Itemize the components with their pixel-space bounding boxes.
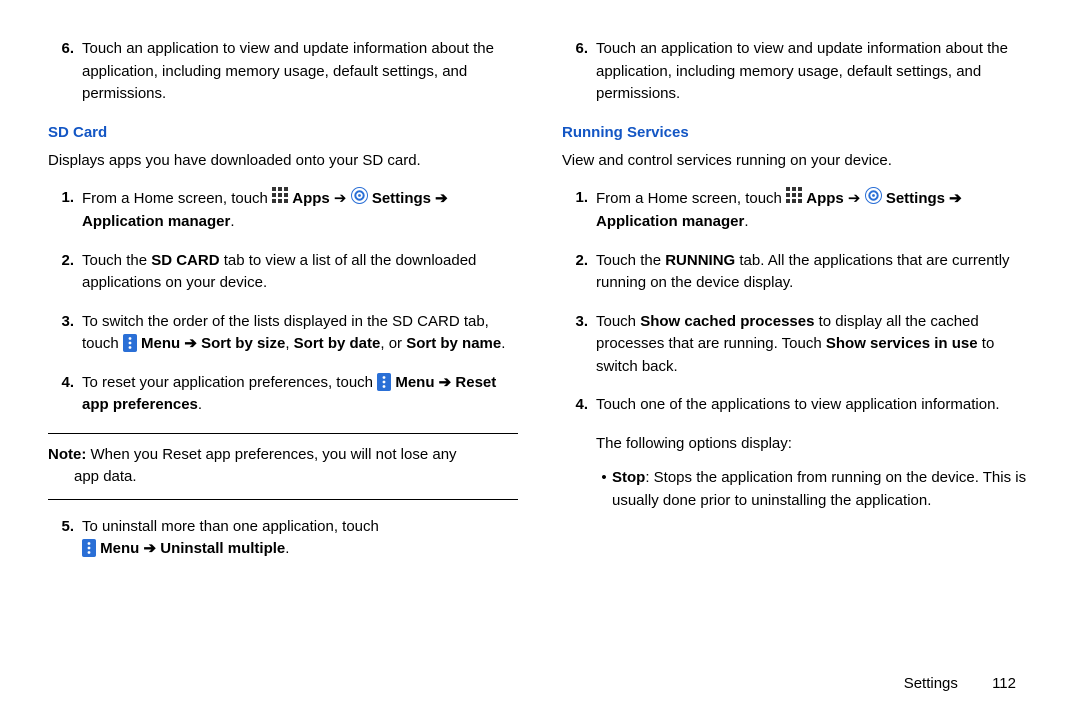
bullet-item: • Stop: Stops the application from runni… [562,467,1032,512]
sd-card-tab-label: SD CARD [151,252,219,269]
list-item: 6. Touch an application to view and upda… [562,38,1032,106]
apps-grid-icon [786,187,802,211]
section-heading-sd-card: SD Card [48,122,518,145]
list-item: 1. From a Home screen, touch Apps ➔ Sett… [562,187,1032,234]
list-item: 6. Touch an application to view and upda… [48,38,518,106]
menu-label: Menu [100,541,139,558]
item-number: 3. [48,311,82,356]
text: . [198,396,202,413]
section-intro: Displays apps you have downloaded onto y… [48,150,518,173]
list-item: 1. From a Home screen, touch Apps ➔ Sett… [48,187,518,234]
list-item: 4. To reset your application preferences… [48,372,518,417]
list-item: 4. Touch one of the applications to view… [562,394,1032,417]
item-number: 5. [48,516,82,561]
show-services-label: Show services in use [826,335,978,352]
apps-label: Apps [806,190,844,207]
sort-by-size: ➔ Sort by size [180,335,285,352]
text: , or [380,335,406,352]
item-body: To switch the order of the lists display… [82,311,518,356]
text: . [285,541,289,558]
manual-page: 6. Touch an application to view and upda… [0,0,1080,720]
item-number: 1. [48,187,82,234]
arrow: ➔ [330,190,351,207]
page-footer: Settings 112 [904,675,1016,692]
note-text: When you Reset app preferences, you will… [86,446,456,463]
item-body: Touch an application to view and update … [82,38,518,106]
list-item: 3. Touch Show cached processes to displa… [562,311,1032,379]
settings-label: Settings [372,190,431,207]
item-number: 4. [48,372,82,417]
note-label: Note: [48,446,86,463]
settings-label: Settings [886,190,945,207]
text: Touch the [82,252,151,269]
item-number: 6. [48,38,82,106]
settings-gear-icon [351,187,368,212]
item-body: Touch one of the applications to view ap… [596,394,1032,417]
text: . [230,213,234,230]
apps-grid-icon [272,187,288,211]
stop-label: Stop [612,469,645,486]
text: . [501,335,505,352]
item-body: To reset your application preferences, t… [82,372,518,417]
sort-by-name: Sort by name [406,335,501,352]
section-intro: View and control services running on you… [562,150,1032,173]
bullet-dot: • [596,467,612,512]
menu-label: Menu [395,374,434,391]
item-body: Touch the SD CARD tab to view a list of … [82,250,518,295]
text: Touch [596,313,640,330]
item-number: 1. [562,187,596,234]
list-item: 5. To uninstall more than one applicatio… [48,516,518,561]
item-number: 4. [562,394,596,417]
section-heading-running-services: Running Services [562,122,1032,145]
show-cached-label: Show cached processes [640,313,814,330]
follow-text: The following options display: [562,433,1032,456]
sort-by-date: Sort by date [294,335,381,352]
footer-section: Settings [904,675,958,692]
item-number: 3. [562,311,596,379]
left-column: 6. Touch an application to view and upda… [48,38,518,720]
note-continuation: app data. [48,466,518,489]
note-block: Note: When you Reset app preferences, yo… [48,433,518,500]
list-item: 2. Touch the RUNNING tab. All the applic… [562,250,1032,295]
item-body: Touch an application to view and update … [596,38,1032,106]
menu-dots-icon [377,372,391,395]
text: From a Home screen, touch [82,190,272,207]
text: Touch the [596,252,665,269]
arrow: ➔ [844,190,865,207]
settings-gear-icon [865,187,882,212]
menu-dots-icon [82,538,96,561]
item-body: From a Home screen, touch Apps ➔ Setting… [596,187,1032,234]
text: From a Home screen, touch [596,190,786,207]
text: To reset your application preferences, t… [82,374,377,391]
list-item: 2. Touch the SD CARD tab to view a list … [48,250,518,295]
item-number: 2. [48,250,82,295]
right-column: 6. Touch an application to view and upda… [562,38,1032,720]
page-number: 112 [992,675,1016,692]
text: . [744,213,748,230]
text: : Stops the application from running on … [612,469,1026,509]
item-number: 6. [562,38,596,106]
menu-dots-icon [123,333,137,356]
list-item: 3. To switch the order of the lists disp… [48,311,518,356]
bullet-body: Stop: Stops the application from running… [612,467,1032,512]
text: To uninstall more than one application, … [82,518,379,535]
item-body: Touch Show cached processes to display a… [596,311,1032,379]
uninstall-multiple: ➔ Uninstall multiple [139,541,285,558]
apps-label: Apps [292,190,330,207]
item-body: To uninstall more than one application, … [82,516,518,561]
running-tab-label: RUNNING [665,252,735,269]
text: , [285,335,293,352]
menu-label: Menu [141,335,180,352]
item-body: From a Home screen, touch Apps ➔ Setting… [82,187,518,234]
item-number: 2. [562,250,596,295]
item-body: Touch the RUNNING tab. All the applicati… [596,250,1032,295]
